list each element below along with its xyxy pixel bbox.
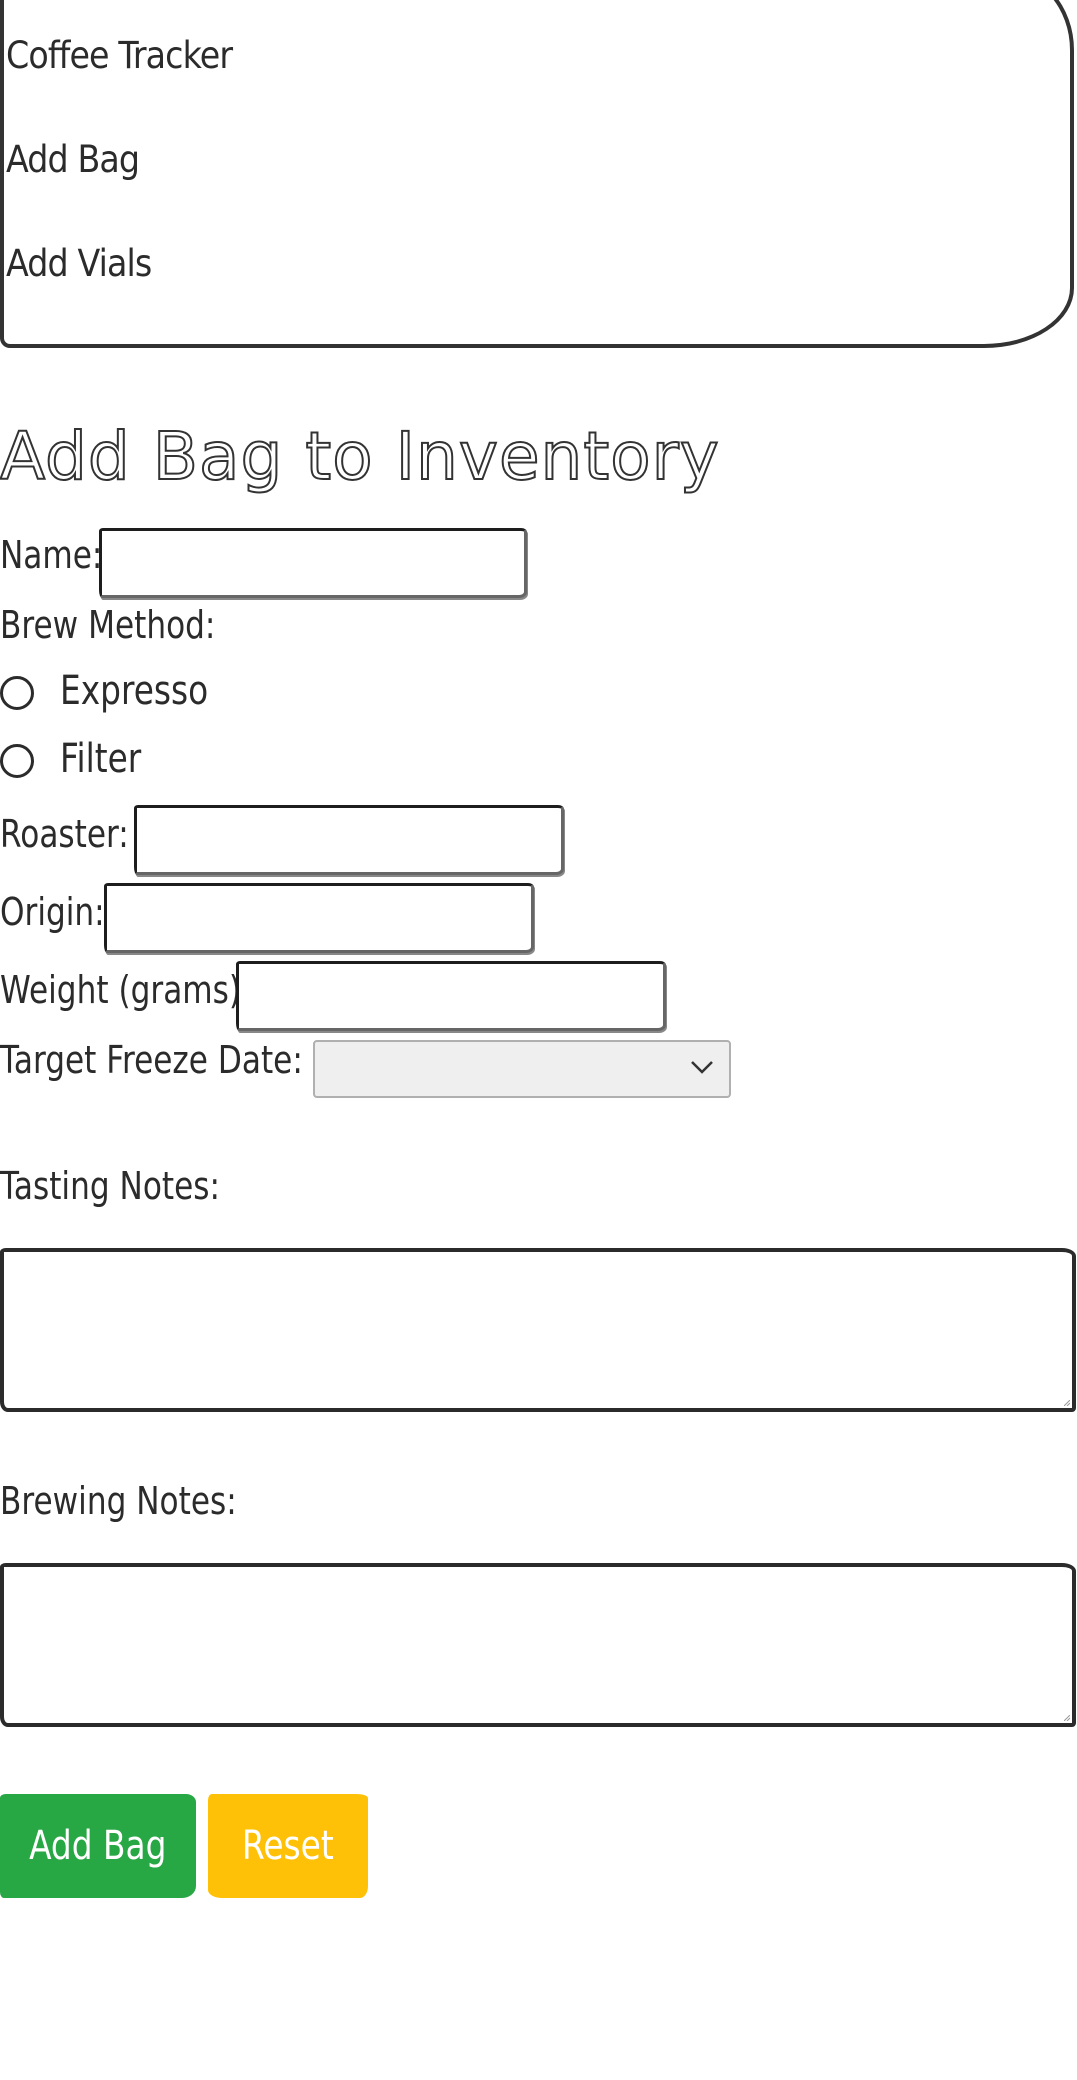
- brewing-notes-label: Brewing Notes:: [0, 1479, 237, 1523]
- nav-brand-link[interactable]: Coffee Tracker: [6, 34, 233, 77]
- brewing-notes-textarea[interactable]: [0, 1563, 1076, 1727]
- expresso-label: Expresso: [60, 668, 209, 714]
- filter-radio[interactable]: [0, 744, 34, 778]
- filter-label: Filter: [60, 736, 142, 782]
- weight-input[interactable]: [236, 961, 666, 1031]
- origin-label: Origin:: [0, 890, 105, 934]
- origin-input[interactable]: [104, 883, 534, 953]
- reset-button-label: Reset: [242, 1823, 334, 1869]
- resize-grip-icon[interactable]: [1064, 1400, 1070, 1406]
- tasting-notes-textarea[interactable]: [0, 1248, 1076, 1412]
- page-title: Add Bag to Inventory: [0, 417, 720, 496]
- tasting-notes-label: Tasting Notes:: [0, 1164, 221, 1208]
- roaster-label: Roaster:: [0, 812, 129, 856]
- roaster-input[interactable]: [134, 805, 564, 875]
- nav-item-add-vials[interactable]: Add Vials: [6, 242, 152, 285]
- resize-grip-icon[interactable]: [1064, 1715, 1070, 1721]
- add-bag-button[interactable]: Add Bag: [0, 1794, 196, 1898]
- name-input[interactable]: [99, 528, 527, 598]
- name-label: Name:: [0, 533, 103, 577]
- chevron-down-icon: [691, 1061, 713, 1074]
- brew-method-label: Brew Method:: [0, 603, 216, 647]
- nav-card: Coffee Tracker Add Bag Add Vials: [0, 0, 1074, 348]
- freeze-date-select[interactable]: [313, 1040, 731, 1098]
- weight-label: Weight (grams):: [0, 968, 252, 1012]
- freeze-date-label: Target Freeze Date:: [0, 1038, 303, 1082]
- add-bag-button-label: Add Bag: [29, 1823, 167, 1869]
- reset-button[interactable]: Reset: [208, 1794, 368, 1898]
- expresso-radio[interactable]: [0, 676, 34, 710]
- nav-item-add-bag[interactable]: Add Bag: [6, 138, 140, 181]
